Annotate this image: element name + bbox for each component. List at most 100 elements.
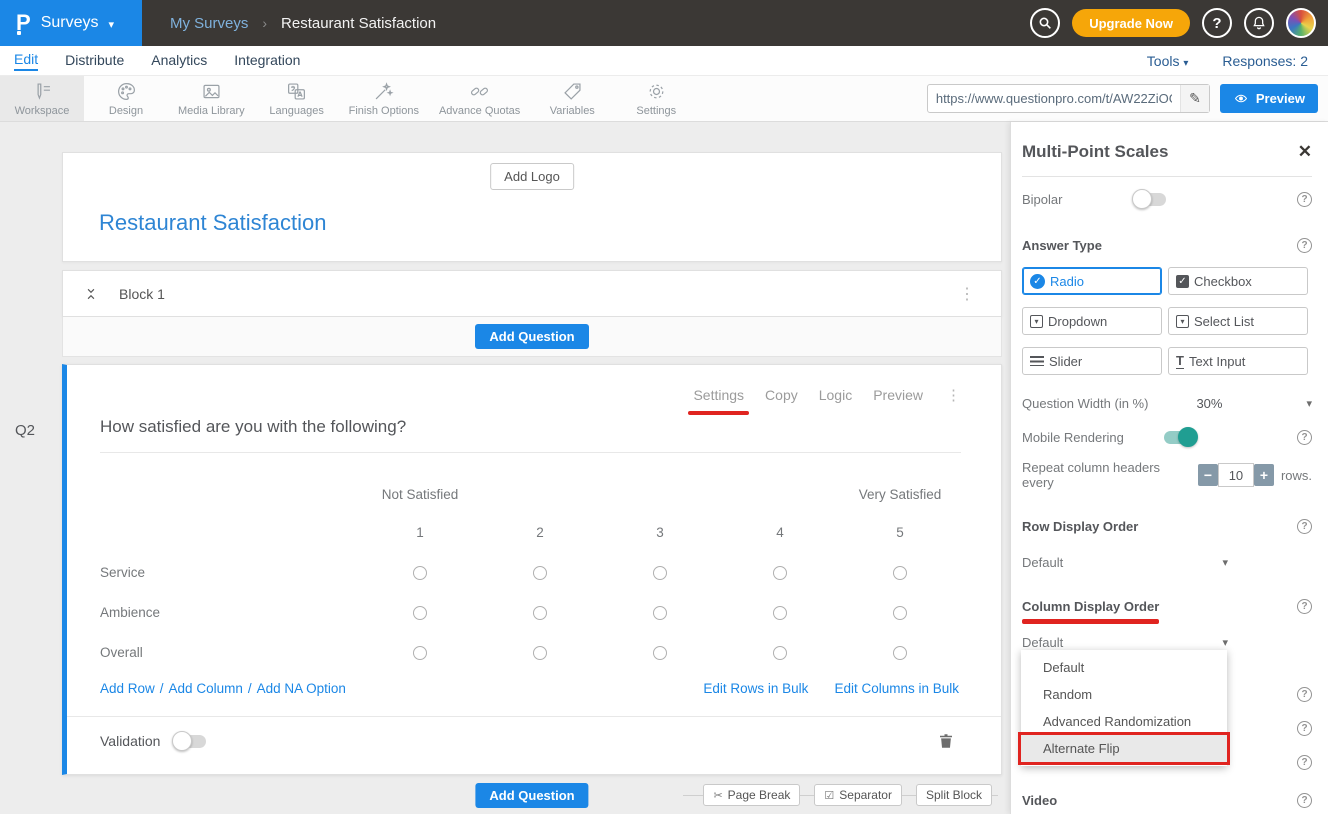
toolbar-item-languages[interactable]: Languages — [255, 76, 339, 121]
radio-ambience-2[interactable] — [533, 606, 547, 620]
decrement-button[interactable]: − — [1198, 464, 1218, 486]
split-block-button[interactable]: Split Block — [916, 784, 992, 806]
add-logo-button[interactable]: Add Logo — [490, 163, 574, 190]
edit-url-pencil-icon[interactable]: ✎ — [1180, 85, 1209, 112]
question-text[interactable]: How satisfied are you with the following… — [100, 417, 406, 437]
toolbar-label: Settings — [636, 105, 676, 117]
mobile-rendering-toggle[interactable] — [1164, 431, 1196, 444]
block-menu-dots-icon[interactable]: ⋮ — [959, 284, 975, 304]
row-display-order-select[interactable]: Default ▾ — [1022, 555, 1228, 570]
help-icon[interactable]: ? — [1297, 793, 1312, 808]
row-label-ambience[interactable]: Ambience — [100, 593, 360, 633]
question-tab-logic[interactable]: Logic — [819, 387, 852, 403]
help-icon[interactable]: ? — [1297, 687, 1312, 702]
answer-type-grid: ✓Radio ✓Checkbox ▾Dropdown ▾Select List … — [1022, 267, 1312, 375]
notifications-button[interactable] — [1244, 8, 1274, 38]
dropdown-option-advanced-randomization[interactable]: Advanced Randomization — [1021, 708, 1227, 735]
toolbar-item-finish-options[interactable]: Finish Options — [339, 76, 429, 121]
tools-menu[interactable]: Tools ▾ — [1147, 53, 1189, 69]
toolbar-item-advance-quotas[interactable]: Advance Quotas — [429, 76, 530, 121]
bipolar-toggle[interactable] — [1134, 193, 1166, 206]
dropdown-option-default[interactable]: Default — [1021, 654, 1227, 681]
close-icon[interactable]: ✕ — [1298, 142, 1312, 162]
user-avatar[interactable] — [1286, 8, 1316, 38]
breadcrumb-current-survey: Restaurant Satisfaction — [281, 15, 436, 32]
question-tab-copy[interactable]: Copy — [765, 387, 798, 403]
help-icon[interactable]: ? — [1297, 599, 1312, 614]
tab-integration[interactable]: Integration — [234, 52, 300, 70]
question-tab-preview[interactable]: Preview — [873, 387, 923, 403]
radio-overall-3[interactable] — [653, 646, 667, 660]
question-tab-settings[interactable]: Settings — [693, 387, 744, 403]
answer-type-radio[interactable]: ✓Radio — [1022, 267, 1162, 295]
question-menu-dots-icon[interactable]: ⋮ — [946, 386, 961, 404]
upgrade-now-button[interactable]: Upgrade Now — [1072, 9, 1190, 37]
tab-edit[interactable]: Edit — [14, 51, 38, 71]
toolbar-item-workspace[interactable]: Workspace — [0, 76, 84, 121]
add-question-button-top[interactable]: Add Question — [475, 324, 588, 349]
radio-service-1[interactable] — [413, 566, 427, 580]
collapse-block-icon[interactable] — [84, 286, 100, 302]
radio-ambience-3[interactable] — [653, 606, 667, 620]
chevron-down-icon[interactable]: ▾ — [1306, 397, 1312, 410]
validation-toggle[interactable] — [174, 735, 206, 748]
toolbar-item-media-library[interactable]: Media Library — [168, 76, 255, 121]
question-width-value[interactable]: 30% — [1196, 396, 1222, 411]
answer-type-slider[interactable]: Slider — [1022, 347, 1162, 375]
radio-service-5[interactable] — [893, 566, 907, 580]
help-icon[interactable]: ? — [1297, 430, 1312, 445]
help-icon[interactable]: ? — [1297, 238, 1312, 253]
answer-type-text-input[interactable]: TText Input — [1168, 347, 1308, 375]
radio-overall-2[interactable] — [533, 646, 547, 660]
product-switcher[interactable]: P Surveys ▾ — [0, 0, 142, 46]
page-break-button[interactable]: ✂Page Break — [703, 784, 800, 806]
radio-overall-1[interactable] — [413, 646, 427, 660]
radio-ambience-1[interactable] — [413, 606, 427, 620]
workspace-icon — [32, 81, 53, 102]
radio-overall-5[interactable] — [893, 646, 907, 660]
add-question-button-bottom[interactable]: Add Question — [475, 783, 588, 808]
tab-analytics[interactable]: Analytics — [151, 52, 207, 70]
radio-ambience-5[interactable] — [893, 606, 907, 620]
column-display-order-select[interactable]: Default ▾ — [1022, 635, 1228, 650]
survey-title[interactable]: Restaurant Satisfaction — [99, 210, 326, 236]
radio-service-2[interactable] — [533, 566, 547, 580]
answer-type-dropdown[interactable]: ▾Dropdown — [1022, 307, 1162, 335]
breadcrumb-my-surveys[interactable]: My Surveys — [170, 15, 248, 32]
radio-service-4[interactable] — [773, 566, 787, 580]
survey-url-input[interactable] — [928, 91, 1180, 106]
row-label-overall[interactable]: Overall — [100, 633, 360, 673]
help-icon[interactable]: ? — [1297, 519, 1312, 534]
toolbar-item-variables[interactable]: Variables — [530, 76, 614, 121]
add-na-option-link[interactable]: Add NA Option — [257, 681, 346, 696]
edit-columns-in-bulk-link[interactable]: Edit Columns in Bulk — [834, 681, 959, 696]
tab-distribute[interactable]: Distribute — [65, 52, 124, 70]
delete-question-button[interactable] — [937, 731, 955, 751]
add-row-link[interactable]: Add Row — [100, 681, 155, 696]
answer-type-checkbox[interactable]: ✓Checkbox — [1168, 267, 1308, 295]
responses-count[interactable]: Responses: 2 — [1222, 53, 1308, 69]
increment-button[interactable]: + — [1254, 464, 1274, 486]
add-column-link[interactable]: Add Column — [169, 681, 243, 696]
separator-button[interactable]: ☑Separator — [814, 784, 902, 806]
chevron-down-icon: ▾ — [1222, 636, 1228, 649]
preview-button[interactable]: Preview — [1220, 84, 1318, 113]
scissors-icon: ✂ — [713, 789, 722, 802]
help-icon[interactable]: ? — [1297, 755, 1312, 770]
text-input-icon: T — [1176, 354, 1184, 369]
radio-ambience-4[interactable] — [773, 606, 787, 620]
dropdown-option-random[interactable]: Random — [1021, 681, 1227, 708]
help-icon[interactable]: ? — [1297, 721, 1312, 736]
edit-rows-in-bulk-link[interactable]: Edit Rows in Bulk — [703, 681, 808, 696]
toolbar-item-design[interactable]: Design — [84, 76, 168, 121]
dropdown-option-alternate-flip[interactable]: Alternate Flip — [1021, 735, 1227, 762]
radio-overall-4[interactable] — [773, 646, 787, 660]
help-icon[interactable]: ? — [1297, 192, 1312, 207]
help-button[interactable]: ? — [1202, 8, 1232, 38]
repeat-headers-input[interactable] — [1218, 463, 1254, 487]
search-button[interactable] — [1030, 8, 1060, 38]
answer-type-select-list[interactable]: ▾Select List — [1168, 307, 1308, 335]
toolbar-item-settings[interactable]: Settings — [614, 76, 698, 121]
row-label-service[interactable]: Service — [100, 553, 360, 593]
radio-service-3[interactable] — [653, 566, 667, 580]
